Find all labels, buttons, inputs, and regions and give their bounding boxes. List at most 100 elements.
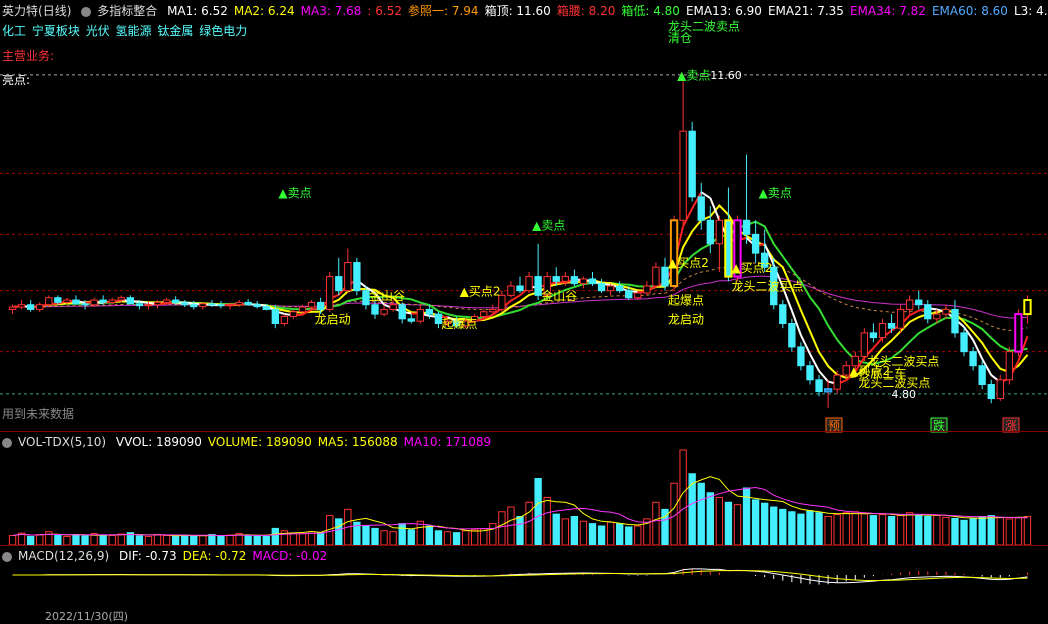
candle-up: [236, 302, 242, 304]
price-chart[interactable]: ▲卖点▲卖点▲卖点▲卖点▲买点2▲买点2▲买点2▲买点2龙启动龙启动金山谷金山谷…: [0, 0, 1048, 617]
candle-down: [182, 303, 188, 305]
macd-header: MACD(12,26,9) DIF: -0.73DEA: -0.72MACD: …: [2, 549, 339, 563]
volume-bar: [925, 517, 931, 546]
macd-values: DIF: -0.73DEA: -0.72MACD: -0.02: [119, 549, 333, 563]
candle-up: [145, 305, 151, 306]
candle-up: [834, 375, 840, 389]
candle-up: [227, 305, 233, 306]
candle-down: [218, 305, 224, 306]
candle-down: [807, 366, 813, 380]
volume-bar: [490, 524, 496, 545]
candle-down: [789, 324, 795, 347]
volume-bar: [245, 536, 251, 546]
volume-bar: [227, 535, 233, 545]
candle-up: [897, 309, 903, 328]
candle-up: [580, 279, 586, 284]
candle-down: [317, 302, 323, 309]
candle-down: [916, 300, 922, 305]
volume-bar: [771, 507, 777, 545]
volume-bar: [272, 528, 278, 545]
candle-up: [635, 293, 641, 298]
candle-down: [553, 277, 559, 282]
volume-bar: [172, 536, 178, 545]
volume-bar: [100, 535, 106, 545]
candle-up: [91, 300, 97, 305]
volume-bar: [82, 536, 88, 545]
volume-bar: [136, 536, 142, 545]
volume-bar: [290, 533, 296, 545]
volume-bar: [535, 479, 541, 546]
candle-up: [281, 316, 287, 323]
candle-up: [526, 277, 532, 291]
candle-down: [888, 324, 894, 329]
volume-bar: [897, 516, 903, 545]
volume-bar: [789, 512, 795, 545]
ma-fast-segment: [511, 295, 520, 300]
candle-down: [100, 300, 106, 302]
volume-bar: [462, 531, 468, 545]
volume-bar: [472, 530, 478, 545]
ma-fast-segment: [139, 302, 148, 303]
volume-bar: [752, 500, 758, 545]
candle-up: [118, 298, 124, 300]
volume-bar: [109, 536, 115, 546]
volume-bar: [1024, 517, 1030, 546]
candle-up: [417, 309, 423, 321]
volume-bar: [426, 526, 432, 545]
volume-bar: [73, 535, 79, 545]
volume-bar: [145, 536, 151, 545]
gear-icon[interactable]: [2, 438, 12, 448]
volume-bar: [580, 521, 586, 545]
volume-bar: [182, 535, 188, 545]
panel-divider: [0, 431, 1048, 432]
panel-divider: [0, 545, 1048, 546]
candle-up: [109, 300, 115, 302]
volume-bar: [879, 515, 885, 545]
volume-bar: [9, 536, 15, 546]
price-bottom-label: 4.80: [892, 388, 917, 401]
candle-down: [752, 234, 758, 253]
indicator-value: DIF: -0.73: [119, 549, 177, 563]
volume-bar: [834, 515, 840, 545]
volume-bar: [453, 533, 459, 545]
volume-bar: [390, 532, 396, 545]
volume-bar: [843, 513, 849, 545]
signal-label: ▲卖点: [278, 186, 311, 200]
candle-up: [46, 298, 52, 305]
volume-bar: [372, 528, 378, 545]
volume-bar: [762, 503, 768, 545]
candle-up: [508, 286, 514, 295]
candle-up: [607, 286, 613, 291]
volume-bar: [317, 533, 323, 545]
volume-bar: [408, 530, 414, 545]
candle-down: [27, 305, 33, 310]
macd-indicator-name[interactable]: MACD(12,26,9): [18, 549, 109, 563]
volume-bar: [952, 518, 958, 545]
volume-indicator-name[interactable]: VOL-TDX(5,10): [18, 435, 106, 449]
volume-bar: [381, 531, 387, 545]
candle-down: [961, 333, 967, 352]
candle-up: [906, 300, 912, 309]
candle-up: [345, 263, 351, 291]
volume-bar: [544, 498, 550, 546]
volume-bar: [435, 531, 441, 545]
volume-bar: [598, 526, 604, 545]
gear-icon[interactable]: [2, 552, 12, 562]
volume-bar: [163, 536, 169, 546]
indicator-value: MACD: -0.02: [252, 549, 327, 563]
signal-label: 起爆点: [442, 317, 478, 331]
volume-bar: [680, 450, 686, 545]
candle-up: [154, 302, 160, 304]
volume-bar: [798, 514, 804, 545]
indicator-value: MA5: 156088: [318, 435, 398, 449]
candle-up: [716, 220, 722, 243]
volume-bar: [118, 534, 124, 545]
candle-up: [481, 312, 487, 317]
volume-bar: [653, 502, 659, 545]
volume-bar: [46, 532, 52, 545]
volume-bar: [363, 526, 369, 545]
candle-down: [372, 305, 378, 314]
volume-values: VVOL: 189090VOLUME: 189090MA5: 156088MA1…: [116, 435, 497, 449]
candle-down: [925, 305, 931, 319]
candle-down: [254, 305, 260, 307]
